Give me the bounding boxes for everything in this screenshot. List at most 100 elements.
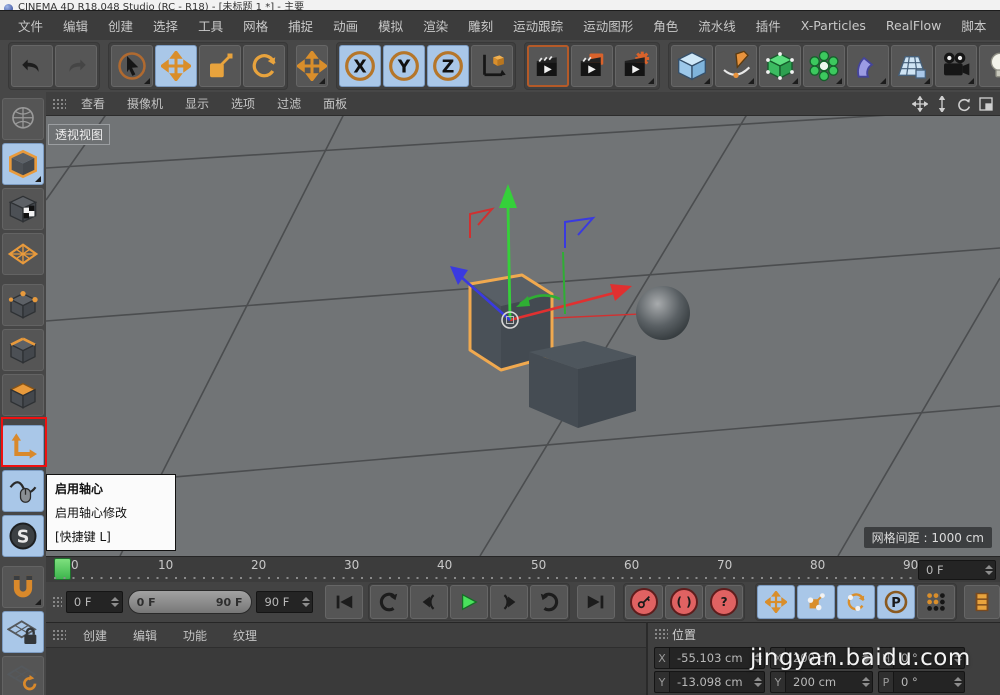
render-settings-button[interactable] bbox=[615, 45, 657, 87]
vp-menu-options[interactable]: 选项 bbox=[220, 95, 266, 112]
record-keyframe-button[interactable] bbox=[625, 585, 663, 619]
spinner-icon[interactable] bbox=[953, 677, 962, 687]
key-parameter-toggle[interactable]: P bbox=[877, 585, 915, 619]
render-picture-viewer-button[interactable] bbox=[571, 45, 613, 87]
panel-grip[interactable] bbox=[654, 628, 668, 640]
record-autokey-button[interactable]: ( ) bbox=[665, 585, 703, 619]
move-tool-button[interactable] bbox=[155, 45, 197, 87]
lock-z-axis-button[interactable]: Z bbox=[427, 45, 469, 87]
previous-key-button[interactable] bbox=[410, 585, 448, 619]
spinner-icon[interactable] bbox=[301, 597, 310, 607]
model-mode-button[interactable] bbox=[2, 143, 44, 185]
keyframe-selection-button[interactable] bbox=[964, 585, 1000, 619]
sculpt-mode-button[interactable] bbox=[2, 98, 44, 140]
menu-xparticles[interactable]: X-Particles bbox=[791, 18, 876, 33]
menu-pipeline[interactable]: 流水线 bbox=[688, 16, 746, 35]
last-used-tool-button[interactable] bbox=[296, 45, 328, 87]
primitive-cube-button[interactable] bbox=[671, 45, 713, 87]
spinner-icon[interactable] bbox=[753, 677, 762, 687]
redo-button[interactable] bbox=[55, 45, 97, 87]
menu-motion-tracker[interactable]: 运动跟踪 bbox=[503, 16, 573, 35]
play-button[interactable] bbox=[450, 585, 488, 619]
pan-icon[interactable] bbox=[912, 96, 928, 112]
record-options-button[interactable]: ? bbox=[705, 585, 743, 619]
workplane-cycle-button[interactable] bbox=[2, 656, 44, 695]
vp-menu-display[interactable]: 显示 bbox=[174, 95, 220, 112]
menu-sculpt[interactable]: 雕刻 bbox=[458, 16, 503, 35]
menu-simulate[interactable]: 模拟 bbox=[368, 16, 413, 35]
snap-s-button[interactable]: S bbox=[2, 515, 44, 557]
menu-animate[interactable]: 动画 bbox=[323, 16, 368, 35]
live-selection-button[interactable] bbox=[111, 45, 153, 87]
spinner-icon[interactable] bbox=[984, 565, 993, 575]
key-position-toggle[interactable] bbox=[757, 585, 795, 619]
next-frame-button[interactable] bbox=[490, 585, 528, 619]
frame-display-field[interactable]: 0 F bbox=[918, 560, 996, 580]
vp-menu-panel[interactable]: 面板 bbox=[312, 95, 358, 112]
panel-grip[interactable] bbox=[52, 596, 62, 608]
vp-menu-filter[interactable]: 过滤 bbox=[266, 95, 312, 112]
lock-x-axis-button[interactable]: X bbox=[339, 45, 381, 87]
mograph-cloner-button[interactable] bbox=[803, 45, 845, 87]
menu-create[interactable]: 创建 bbox=[98, 16, 143, 35]
edges-mode-button[interactable] bbox=[2, 329, 44, 371]
menu-snap[interactable]: 捕捉 bbox=[278, 16, 323, 35]
zoom-icon[interactable] bbox=[934, 96, 950, 112]
menu-realflow[interactable]: RealFlow bbox=[876, 18, 951, 33]
key-rotation-toggle[interactable] bbox=[837, 585, 875, 619]
key-scale-toggle[interactable] bbox=[797, 585, 835, 619]
panel-grip[interactable] bbox=[52, 629, 66, 641]
menu-tools[interactable]: 工具 bbox=[188, 16, 233, 35]
vp-menu-cameras[interactable]: 摄像机 bbox=[116, 95, 174, 112]
current-frame-field[interactable]: 0 F bbox=[66, 591, 123, 613]
spinner-icon[interactable] bbox=[861, 677, 870, 687]
rotate-tool-button[interactable] bbox=[243, 45, 285, 87]
texture-mode-button[interactable] bbox=[2, 188, 44, 230]
vp-menu-view[interactable]: 查看 bbox=[70, 95, 116, 112]
light-button[interactable] bbox=[979, 45, 1000, 87]
lock-y-axis-button[interactable]: Y bbox=[383, 45, 425, 87]
mat-menu-create[interactable]: 创建 bbox=[70, 627, 120, 644]
mat-menu-edit[interactable]: 编辑 bbox=[120, 627, 170, 644]
tweak-mode-button[interactable] bbox=[2, 470, 44, 512]
menu-window[interactable]: 窗口 bbox=[996, 16, 1000, 35]
menu-edit[interactable]: 编辑 bbox=[53, 16, 98, 35]
lock-workplane-button[interactable] bbox=[2, 611, 44, 653]
menu-render[interactable]: 渲染 bbox=[413, 16, 458, 35]
maximize-icon[interactable] bbox=[978, 96, 994, 112]
play-forward-button[interactable] bbox=[530, 585, 568, 619]
camera-button[interactable] bbox=[935, 45, 977, 87]
key-point-level-toggle[interactable] bbox=[917, 585, 955, 619]
spline-pen-button[interactable] bbox=[715, 45, 757, 87]
end-frame-field[interactable]: 90 F bbox=[256, 591, 313, 613]
play-backward-button[interactable] bbox=[370, 585, 408, 619]
menu-plugins[interactable]: 插件 bbox=[746, 16, 791, 35]
preview-range-slider[interactable]: 0 F 90 F bbox=[128, 590, 252, 614]
mat-menu-texture[interactable]: 纹理 bbox=[220, 627, 270, 644]
menu-mograph[interactable]: 运动图形 bbox=[573, 16, 643, 35]
rotation-p-field[interactable]: 0 ° bbox=[893, 671, 965, 693]
go-to-end-button[interactable] bbox=[577, 585, 615, 619]
floor-button[interactable] bbox=[891, 45, 933, 87]
size-y-field[interactable]: 200 cm bbox=[785, 671, 873, 693]
magnet-snap-button[interactable] bbox=[2, 566, 44, 608]
render-view-button[interactable] bbox=[527, 45, 569, 87]
menu-mesh[interactable]: 网格 bbox=[233, 16, 278, 35]
rotate-view-icon[interactable] bbox=[956, 96, 972, 112]
spinner-icon[interactable] bbox=[111, 597, 120, 607]
undo-button[interactable] bbox=[11, 45, 53, 87]
go-to-start-button[interactable] bbox=[325, 585, 363, 619]
scale-tool-button[interactable] bbox=[199, 45, 241, 87]
position-y-field[interactable]: -13.098 cm bbox=[669, 671, 765, 693]
coordinate-system-button[interactable] bbox=[471, 45, 513, 87]
bend-deformer-button[interactable] bbox=[847, 45, 889, 87]
panel-grip[interactable] bbox=[52, 98, 66, 110]
menu-character[interactable]: 角色 bbox=[643, 16, 688, 35]
menu-file[interactable]: 文件 bbox=[8, 16, 53, 35]
points-mode-button[interactable] bbox=[2, 284, 44, 326]
timeline-ruler[interactable]: 0 10 20 30 40 50 60 70 80 90 0 F bbox=[46, 556, 1000, 582]
workplane-mode-button[interactable] bbox=[2, 233, 44, 275]
mat-menu-function[interactable]: 功能 bbox=[170, 627, 220, 644]
menu-script[interactable]: 脚本 bbox=[951, 16, 996, 35]
menu-select[interactable]: 选择 bbox=[143, 16, 188, 35]
